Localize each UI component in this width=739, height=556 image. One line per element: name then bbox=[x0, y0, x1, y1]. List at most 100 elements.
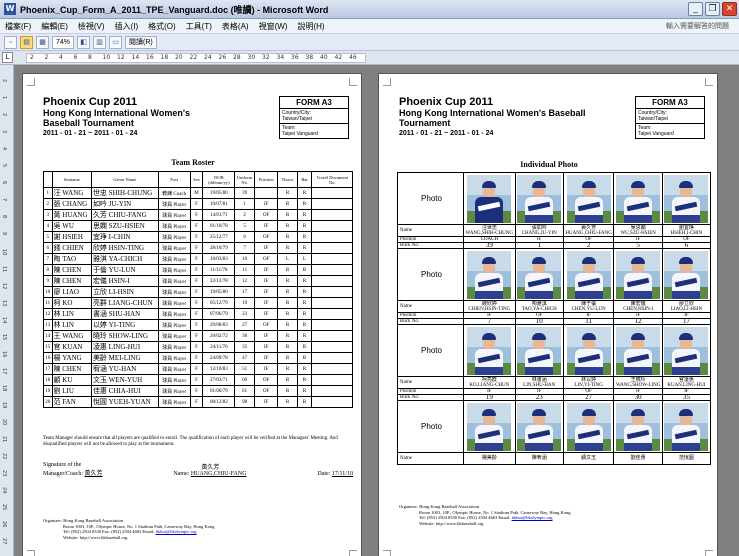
print-preview-icon[interactable]: ◧ bbox=[77, 35, 91, 49]
column-header: Bat bbox=[296, 171, 313, 188]
player-photo-cell bbox=[613, 324, 663, 377]
ruler-number: 30 bbox=[247, 54, 256, 61]
tournament-subtitle: Hong Kong International Women's Baseball… bbox=[399, 108, 586, 128]
table-cell: 98 bbox=[234, 396, 256, 408]
document-workspace[interactable]: Phoenix Cup 2011 Hong Kong International… bbox=[14, 65, 739, 556]
menu-item[interactable]: 編輯(E) bbox=[36, 21, 73, 32]
close-button[interactable]: ✕ bbox=[722, 2, 737, 16]
photo-part bbox=[672, 290, 701, 299]
table-cell: R bbox=[277, 341, 298, 353]
table-cell: R bbox=[277, 319, 298, 331]
help-search-input[interactable]: 輸入需要解答的問題 bbox=[666, 21, 739, 31]
table-cell: 30 bbox=[234, 330, 256, 342]
table-cell: OF bbox=[254, 253, 279, 265]
player-name-cell: 劉佳惠 bbox=[613, 452, 663, 465]
table-row: 20 范 FAN 悅圓 YUEH-YUAN 球員 Player F 08/12/82 98 I… bbox=[43, 396, 353, 408]
table-cell: 雅淇 YA-CHICH bbox=[90, 253, 159, 265]
table-cell: IF bbox=[254, 308, 279, 320]
table-cell: R bbox=[296, 264, 313, 276]
vruler-number: 25 bbox=[1, 504, 7, 511]
menu-item[interactable]: 檢視(V) bbox=[73, 21, 110, 32]
ruler-number: 8 bbox=[88, 54, 92, 61]
layout-icon[interactable]: ▥ bbox=[93, 35, 107, 49]
organizer-email[interactable]: hkbsa@hkolympic.org bbox=[156, 529, 197, 534]
menu-item[interactable]: 工具(T) bbox=[181, 21, 217, 32]
photo-label: Photo bbox=[397, 248, 464, 301]
table-cell: 2 bbox=[43, 198, 53, 210]
menu-item[interactable]: 檔案(F) bbox=[0, 21, 36, 32]
player-name-cell: 廖立欣 LIAO,LI-HSIN bbox=[661, 300, 712, 313]
table-cell: 悅圓 YUEH-YUAN bbox=[90, 396, 159, 408]
table-cell: 文玉 WEN-YUH bbox=[90, 374, 159, 386]
ruler-numbers: 2 2 4 6 8 10 12 14 16 18 20 22 24 26 28 30 32 34 36 38 40 42 4… bbox=[30, 53, 370, 63]
ruler-number: 4 bbox=[59, 54, 63, 61]
table-cell: R bbox=[296, 275, 313, 287]
new-document-icon[interactable]: ▫ bbox=[4, 35, 17, 49]
tournament-title: Phoenix Cup 2011 bbox=[43, 96, 138, 108]
table-cell: R bbox=[277, 242, 298, 254]
menu-item[interactable]: 說明(H) bbox=[292, 21, 329, 32]
ruler-number: 14 bbox=[131, 54, 140, 61]
tab-selector[interactable]: L bbox=[2, 52, 13, 63]
player-name-en: LIAO,LI-HSIN bbox=[670, 306, 703, 312]
document-page-roster[interactable]: Phoenix Cup 2011 Hong Kong International… bbox=[22, 73, 362, 556]
vruler-number: 9 bbox=[1, 232, 7, 236]
crop-mark bbox=[705, 78, 713, 86]
player-photo-cell bbox=[661, 324, 712, 377]
table-cell bbox=[311, 198, 353, 210]
restore-button[interactable]: ❐ bbox=[705, 2, 720, 16]
document-page-photos[interactable]: Phoenix Cup 2011 Hong Kong International… bbox=[378, 73, 718, 556]
table-cell: R bbox=[277, 396, 298, 408]
crop-mark bbox=[27, 550, 35, 556]
crop-mark bbox=[383, 78, 391, 86]
table-cell: 顧 KU bbox=[51, 374, 92, 386]
ruler-number: 22 bbox=[189, 54, 198, 61]
player-name-cn: 楊美齡 bbox=[481, 456, 497, 461]
photo-part bbox=[475, 366, 504, 375]
table-row: 15 官 KUAN 凌惠 LING-HUI 球員 Player F 24/11/76 35 I… bbox=[43, 341, 353, 353]
player-name-cell: 柯亮群 KO,LIANG-CHUN bbox=[463, 376, 516, 389]
ruler-number: 26 bbox=[218, 54, 227, 61]
minimize-button[interactable]: _ bbox=[688, 2, 703, 16]
table-cell: 球員 Player bbox=[157, 198, 191, 210]
table-cell: 14/01/71 bbox=[202, 209, 236, 221]
table-cell: R bbox=[296, 297, 313, 309]
menu-item[interactable]: 視窗(W) bbox=[254, 21, 293, 32]
open-folder-icon[interactable]: ▤ bbox=[20, 35, 33, 49]
player-name-en: CHIEN,HSIN-TING bbox=[468, 306, 511, 312]
table-cell: F bbox=[189, 253, 204, 265]
photo-part bbox=[624, 290, 653, 299]
horizontal-ruler[interactable]: L 2 2 4 6 8 10 12 14 16 18 20 22 24 26 28 30 32 34 36 38 40 4… bbox=[0, 51, 739, 65]
table-cell: 凌惠 LING-HUI bbox=[90, 341, 159, 353]
zoom-select[interactable]: 74% bbox=[52, 35, 75, 49]
table-cell bbox=[311, 220, 353, 232]
tournament-subtitle: Hong Kong International Women's Baseball… bbox=[43, 108, 190, 128]
read-mode-button[interactable]: 閱讀(R) bbox=[125, 35, 157, 49]
menu-item[interactable]: 表格(A) bbox=[217, 21, 254, 32]
player-photo bbox=[517, 174, 562, 223]
table-cell bbox=[311, 319, 353, 331]
vertical-ruler[interactable]: 2 1 2 3 4 5 6 7 8 9 10 11 12 13 14 15 16 17 18 19 20 21 22 23 24… bbox=[0, 65, 14, 556]
table-cell: 10 bbox=[234, 253, 256, 265]
column-header: Throw bbox=[277, 171, 298, 188]
table-cell: 6 bbox=[234, 231, 256, 243]
menu-item[interactable]: 插入(I) bbox=[110, 21, 144, 32]
table-cell: R bbox=[277, 264, 298, 276]
table-cell: 5 bbox=[234, 220, 256, 232]
save-icon[interactable]: ▦ bbox=[36, 35, 49, 49]
table-cell: R bbox=[277, 385, 298, 397]
tournament-dates: 2011 - 01 - 21 ~ 2011 - 01 - 24 bbox=[43, 130, 138, 137]
table-cell: 20/02/72 bbox=[202, 330, 236, 342]
player-photo-cell bbox=[514, 400, 564, 453]
table-row: 7陶 TAO 雅淇 YA-CHICH 球員 Player F 10/03/83 10 OF L… bbox=[43, 253, 353, 265]
table-cell: R bbox=[296, 374, 313, 386]
player-name-en: LIN,YI-TING bbox=[574, 382, 603, 388]
table-cell: 球員 Player bbox=[157, 341, 191, 353]
table-cell: 2 bbox=[234, 209, 256, 221]
column-header: Post bbox=[157, 171, 191, 188]
close-view-icon[interactable]: ▭ bbox=[109, 35, 123, 49]
menu-item[interactable]: 格式(O) bbox=[143, 21, 181, 32]
photo-row-nm: Name 汪世忠 WANG,SHIH-CHUNG 張如吟 CHANG,JU-YIN 黃久芳… bbox=[397, 224, 712, 237]
organizer-email[interactable]: hkbsa@hkolympic.org bbox=[512, 515, 553, 520]
table-cell: R bbox=[277, 308, 298, 320]
